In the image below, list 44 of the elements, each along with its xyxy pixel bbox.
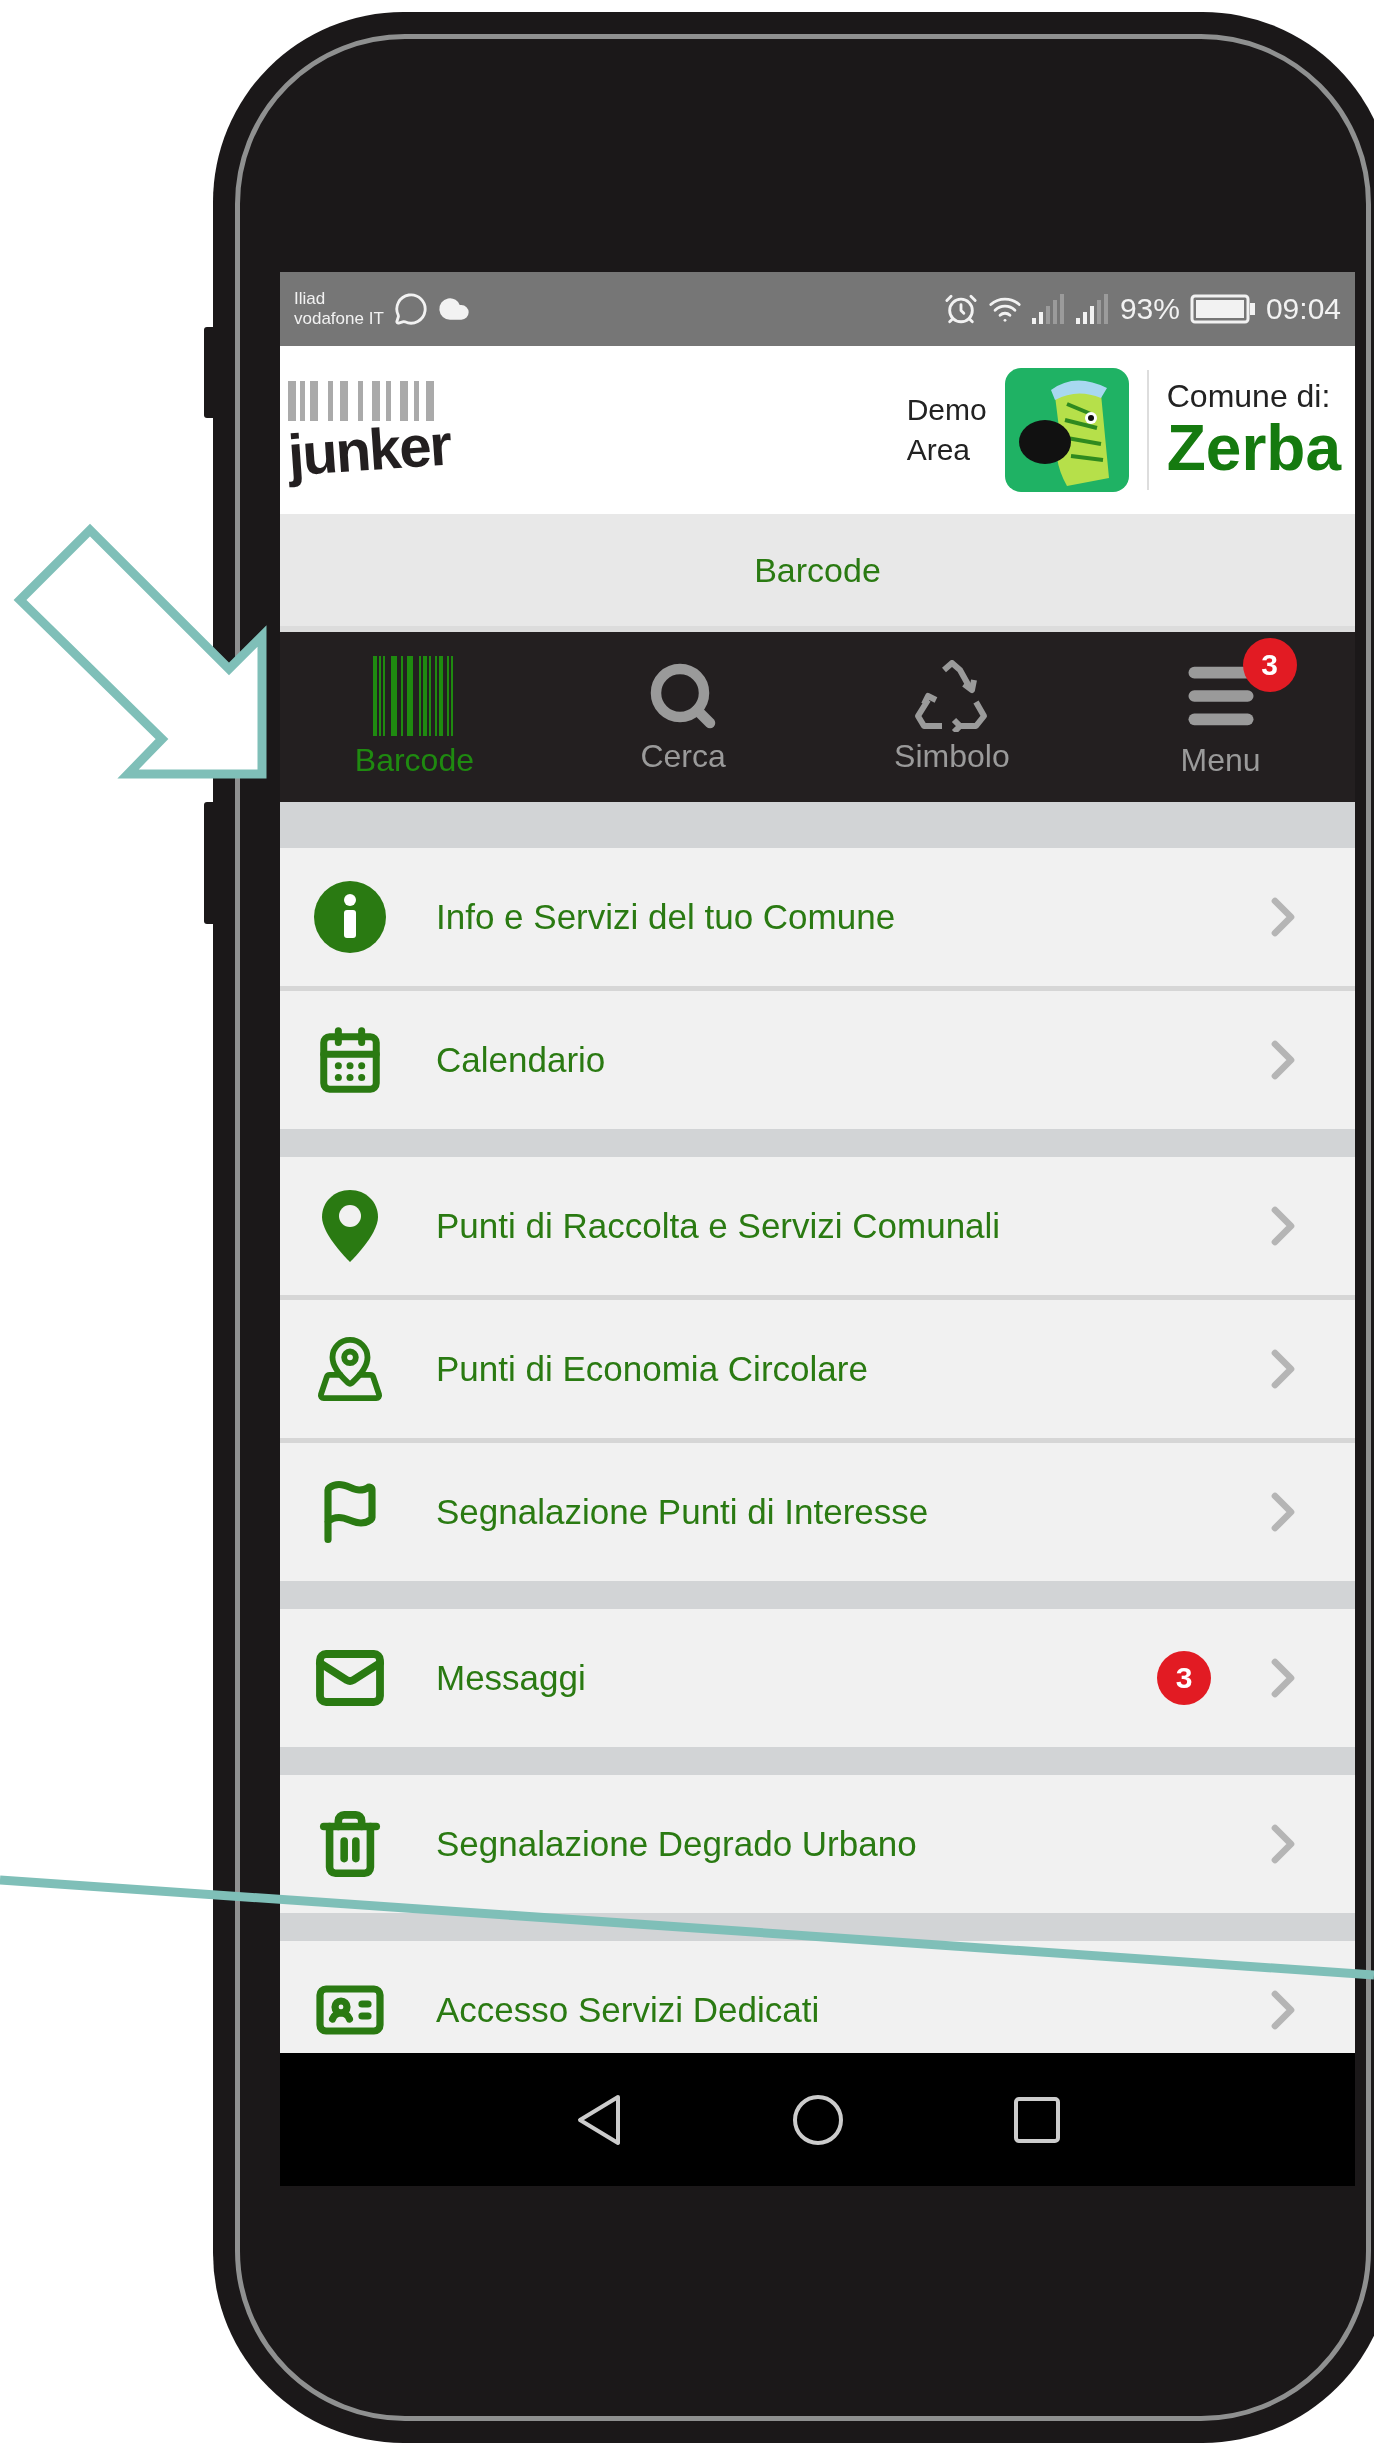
- menu-item[interactable]: Info e Servizi del tuo Comune: [280, 848, 1355, 986]
- carrier-name: vodafone IT: [294, 309, 384, 329]
- map-location-icon: [315, 1334, 385, 1404]
- carrier-name: Iliad: [294, 289, 327, 309]
- info-icon: [314, 881, 386, 953]
- barcode-icon: [373, 655, 456, 736]
- tab[interactable]: Barcode: [280, 632, 549, 802]
- menu-item-label: Segnalazione Degrado Urbano: [436, 1824, 918, 1864]
- municipality-name: Zerba: [1166, 416, 1341, 480]
- menu-item-label: Accesso Servizi Dedicati: [436, 1990, 821, 2030]
- demo-label: Demo: [906, 392, 987, 428]
- signal-icon: [1075, 294, 1110, 324]
- page-title: Barcode: [754, 550, 881, 590]
- menu-item-label: Segnalazione Punti di Interesse: [436, 1492, 930, 1532]
- battery-percent: 93%: [1119, 292, 1180, 326]
- menu-item-label: Info e Servizi del tuo Comune: [436, 897, 897, 937]
- home-icon[interactable]: [791, 2093, 844, 2146]
- clock-time: 09:04: [1265, 292, 1341, 326]
- notification-badge: 3: [1242, 637, 1297, 692]
- recent-apps-icon[interactable]: [1013, 2096, 1060, 2143]
- notification-badge: 3: [1157, 1651, 1211, 1705]
- menu-item-label: Messaggi: [436, 1658, 587, 1698]
- map-pin-icon: [322, 1190, 378, 1262]
- signal-icon: [1031, 294, 1066, 324]
- tab[interactable]: 3 Menu: [1086, 632, 1355, 802]
- menu-item-label: Punti di Economia Circolare: [436, 1349, 869, 1389]
- menu-item[interactable]: Calendario: [280, 991, 1355, 1129]
- demo-label: Area: [906, 432, 972, 468]
- menu-item[interactable]: Segnalazione Punti di Interesse: [280, 1443, 1355, 1581]
- menu-item[interactable]: Punti di Raccolta e Servizi Comunali: [280, 1157, 1355, 1295]
- menu-item[interactable]: Punti di Economia Circolare: [280, 1300, 1355, 1438]
- tab[interactable]: Cerca: [548, 632, 818, 802]
- battery-icon: [1189, 294, 1256, 324]
- menu-item-label: Calendario: [436, 1040, 607, 1080]
- alarm-clock-icon: [943, 292, 978, 326]
- chat-bubble-icon: [393, 292, 428, 326]
- back-icon[interactable]: [575, 2093, 622, 2146]
- menu-item[interactable]: Segnalazione Degrado Urbano: [280, 1775, 1355, 1913]
- menu-item[interactable]: Accesso Servizi Dedicati: [280, 1941, 1355, 2053]
- tab[interactable]: Simbolo: [817, 632, 1087, 802]
- menu-item[interactable]: Messaggi 3: [280, 1609, 1355, 1747]
- recycle-icon: [913, 659, 990, 732]
- municipality-label: Comune di:: [1166, 380, 1332, 412]
- menu-item-label: Punti di Raccolta e Servizi Comunali: [436, 1206, 1002, 1246]
